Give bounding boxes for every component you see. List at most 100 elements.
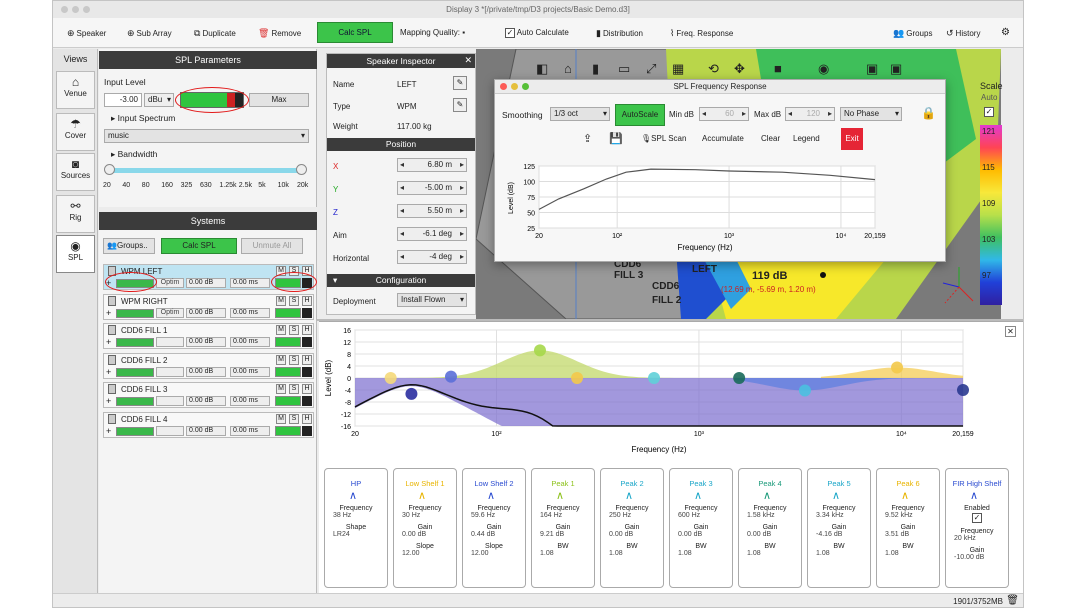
print-icon[interactable]: ▣ (890, 61, 902, 77)
param-value[interactable]: -4.16 dB (808, 531, 870, 538)
gain-field[interactable]: 0.00 dB (186, 396, 226, 407)
top-view-icon[interactable]: ▭ (618, 61, 630, 77)
eq-band-handle[interactable] (533, 344, 546, 357)
eq-curve-chart[interactable]: 16 12 8 4 0 -4 -8 -12 -1620 10² 10³ 10⁴ 20,159 Freque… (323, 326, 1003, 458)
system-row[interactable]: CDD6 FILL 2 +0.00 dB 0.00 ms M S H (103, 352, 314, 379)
param-value[interactable]: 59.6 Hz (463, 512, 525, 519)
minimize-window-button[interactable] (72, 6, 79, 13)
horizontal-field[interactable]: -4 deg (397, 250, 467, 264)
bandwidth-toggle[interactable]: ▸ Bandwidth (111, 149, 157, 160)
param-value[interactable]: 164 Hz (532, 512, 594, 519)
optim-button[interactable] (156, 337, 184, 348)
auto-calculate-toggle[interactable]: ✓ Auto Calculate (505, 26, 569, 40)
z-field[interactable]: 5.50 m (397, 204, 467, 218)
unit-select[interactable]: dBu ▾ (144, 93, 174, 107)
param-value[interactable]: 38 Hz (325, 512, 387, 519)
mute-button[interactable]: M (276, 325, 286, 336)
eq-band-card[interactable]: Peak 2 ∧ Frequency 250 Hz Gain 0.00 dB BW 1.08 (600, 468, 664, 588)
mute-button[interactable]: M (276, 295, 286, 306)
system-row[interactable]: CDD6 FILL 4 +0.00 dB 0.00 ms M S H (103, 412, 314, 438)
expand-icon[interactable]: + (106, 337, 111, 347)
eq-band-handle[interactable] (798, 384, 811, 397)
enabled-checkbox[interactable]: ✓ (972, 513, 982, 523)
calc-spl-button[interactable]: Calc SPL (317, 22, 393, 43)
export-icon[interactable]: ⇪ (583, 132, 592, 145)
distribution-button[interactable]: ▮ Distribution (596, 26, 643, 40)
zoom-window-button[interactable] (83, 6, 90, 13)
bandwidth-high-handle[interactable] (296, 164, 307, 175)
eq-band-card[interactable]: Peak 4 ∧ Frequency 1.58 kHz Gain 0.00 dB BW 1.0… (738, 468, 802, 588)
param-value[interactable]: 20 kHz (946, 535, 1008, 542)
solo-button[interactable]: S (289, 414, 299, 424)
expand-icon[interactable]: + (106, 367, 111, 377)
optim-button[interactable] (156, 426, 184, 436)
close-icon[interactable]: ✕ (464, 55, 472, 66)
gain-field[interactable]: 0.00 dB (186, 337, 226, 348)
expand-icon[interactable]: + (106, 308, 111, 318)
param-value[interactable]: 1.08 (808, 550, 870, 557)
camera-icon[interactable]: ■ (774, 61, 782, 76)
eq-band-handle[interactable] (571, 372, 584, 384)
system-row[interactable]: CDD6 FILL 1 +0.00 dB 0.00 ms M S H (103, 323, 314, 350)
max-button[interactable]: Max (249, 93, 309, 107)
optim-button[interactable]: Optim (156, 307, 184, 318)
eq-band-handle[interactable] (405, 387, 418, 400)
param-value[interactable]: 1.08 (532, 550, 594, 557)
optim-button[interactable] (156, 366, 184, 377)
expand-icon[interactable]: + (106, 396, 111, 406)
eye-icon[interactable]: ◉ (818, 61, 829, 77)
x-field[interactable]: 6.80 m (397, 158, 467, 172)
save-icon[interactable]: 💾 (609, 132, 623, 145)
eq-band-handle[interactable] (891, 361, 904, 374)
solo-button[interactable]: S (289, 354, 299, 365)
autoscale-button[interactable]: AutoScale (615, 104, 665, 126)
param-value[interactable]: 9.21 dB (532, 531, 594, 538)
param-value[interactable]: 0.00 dB (601, 531, 663, 538)
view-spl[interactable]: ◉ SPL (56, 235, 95, 273)
add-speaker-button[interactable]: ⊕ Speaker (67, 26, 106, 40)
edit-name-icon[interactable]: ✎ (453, 76, 467, 90)
delay-field[interactable]: 0.00 ms (230, 337, 270, 348)
minimize-window-button[interactable] (511, 83, 518, 90)
param-value[interactable]: 1.08 (670, 550, 732, 557)
gain-field[interactable]: 0.00 dB (186, 366, 226, 377)
deployment-select[interactable]: Install Flown ▾ (397, 293, 467, 307)
param-value[interactable]: 0.00 dB (739, 531, 801, 538)
optim-button[interactable]: Optim (156, 278, 184, 288)
eq-band-card[interactable]: Low Shelf 1 ∧ Frequency 30 Hz Gain 0.00 dB Slo… (393, 468, 457, 588)
fit-icon[interactable]: ⤢ (646, 61, 656, 77)
gain-field[interactable]: 0.00 dB (186, 426, 226, 436)
param-value[interactable]: 1.08 (601, 550, 663, 557)
param-value[interactable]: 3.51 dB (877, 531, 939, 538)
bandwidth-low-handle[interactable] (104, 164, 115, 175)
param-value[interactable]: 3.34 kHz (808, 512, 870, 519)
eq-band-card[interactable]: FIR High Shelf ∧ Enabled ✓ Frequency 20 kHz Ga… (945, 468, 1009, 588)
eq-band-card[interactable]: Peak 1 ∧ Frequency 164 Hz Gain 9.21 dB BW 1.08 (531, 468, 595, 588)
eq-band-card[interactable]: Peak 3 ∧ Frequency 600 Hz Gain 0.00 dB BW 1.08 (669, 468, 733, 588)
panel-divider[interactable] (317, 319, 1023, 321)
param-value[interactable]: 1.58 kHz (739, 512, 801, 519)
close-window-button[interactable] (61, 6, 68, 13)
groups-dropdown[interactable]: 👥Groups.. (103, 238, 155, 254)
param-value[interactable]: 12.00 (394, 550, 456, 557)
view-sources[interactable]: ◙ Sources (56, 153, 95, 191)
freq-response-button[interactable]: ⌇ Freq. Response (670, 26, 733, 40)
system-row[interactable]: CDD6 FILL 3 +0.00 dB 0.00 ms M S H (103, 382, 314, 409)
hide-button[interactable]: H (302, 295, 312, 306)
eq-band-card[interactable]: HP ∧ Frequency 38 Hz Shape LR24 (324, 468, 388, 588)
param-value[interactable]: 9.52 kHz (877, 512, 939, 519)
param-value[interactable]: 0.00 dB (394, 531, 456, 538)
eq-band-handle[interactable] (384, 372, 397, 384)
front-view-icon[interactable]: ▮ (592, 61, 599, 77)
eq-band-card[interactable]: Low Shelf 2 ∧ Frequency 59.6 Hz Gain 0.44 dB S… (462, 468, 526, 588)
delay-field[interactable]: 0.00 ms (230, 278, 270, 288)
rotate-icon[interactable]: ⟲ (708, 61, 719, 77)
clear-button[interactable]: Clear (761, 134, 780, 143)
param-value[interactable]: 12.00 (463, 550, 525, 557)
hide-button[interactable]: H (302, 354, 312, 365)
auto-calculate-checkbox[interactable]: ✓ (505, 27, 515, 38)
param-value[interactable]: 600 Hz (670, 512, 732, 519)
lock-icon[interactable]: 🔒 (921, 106, 936, 120)
gain-field[interactable]: 0.00 dB (186, 307, 226, 318)
phase-select[interactable]: No Phase ▾ (840, 107, 902, 121)
